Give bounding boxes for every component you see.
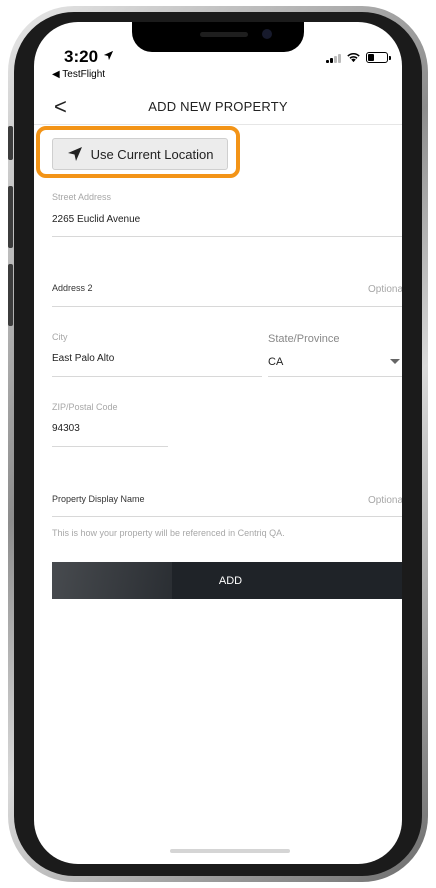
nav-bar: < ADD NEW PROPERTY [34, 92, 402, 125]
street-address-input[interactable]: 2265 Euclid Avenue [52, 214, 140, 225]
zip-underline [52, 446, 168, 447]
add-button[interactable]: ADD [52, 562, 402, 599]
mute-switch [8, 126, 13, 160]
add-button-label: ADD [218, 574, 243, 587]
address2-underline [52, 306, 402, 307]
address2-optional-hint: Optional [368, 284, 402, 295]
display-name-field[interactable]: Property Display Name [52, 494, 145, 504]
display-name-underline [52, 516, 402, 517]
screen: 3:20 ◀ TestFlight < ADD NEW PROPERTY Use… [34, 22, 402, 864]
address2-field[interactable]: Address 2 [52, 283, 93, 293]
zip-label: ZIP/Postal Code [52, 402, 118, 412]
use-current-location-button[interactable]: Use Current Location [52, 138, 228, 170]
location-services-icon [103, 50, 113, 61]
volume-up-button [8, 186, 13, 248]
display-name-optional-hint: Optional [368, 495, 402, 506]
front-camera [262, 29, 272, 39]
status-time: 3:20 [64, 47, 114, 67]
street-address-underline [52, 236, 402, 237]
state-label: State/Province [268, 333, 340, 345]
status-icons [326, 52, 391, 63]
state-underline [268, 376, 402, 377]
status-time-text: 3:20 [64, 47, 99, 66]
home-indicator [170, 849, 290, 853]
city-label: City [52, 332, 68, 342]
city-input[interactable]: East Palo Alto [52, 353, 114, 364]
glare-overlay [52, 562, 172, 599]
wifi-icon [347, 52, 360, 63]
back-to-app-link[interactable]: ◀ TestFlight [52, 69, 105, 80]
volume-down-button [8, 264, 13, 326]
city-underline [52, 376, 262, 377]
display-name-helper-text: This is how your property will be refere… [52, 528, 285, 538]
chevron-down-icon[interactable] [390, 359, 400, 364]
zip-input[interactable]: 94303 [52, 423, 80, 434]
cellular-signal-icon [326, 53, 341, 63]
battery-icon [366, 52, 391, 63]
speaker-grille [200, 32, 248, 37]
state-select[interactable]: CA [268, 356, 283, 368]
page-title: ADD NEW PROPERTY [148, 99, 288, 114]
notch [132, 22, 304, 52]
navigation-arrow-icon [67, 147, 82, 161]
use-current-location-label: Use Current Location [90, 146, 214, 162]
street-address-label: Street Address [52, 192, 112, 202]
